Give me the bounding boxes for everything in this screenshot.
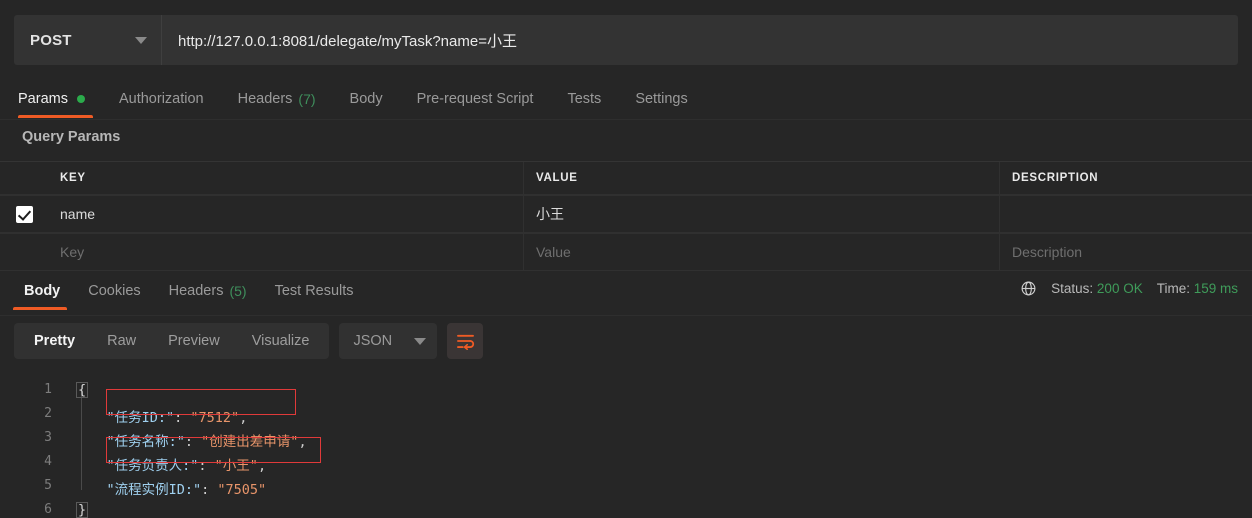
- response-tab-headers-count: (5): [229, 283, 247, 299]
- tab-tests[interactable]: Tests: [550, 80, 618, 118]
- placeholder-checkbox-cell: [0, 234, 48, 270]
- json-punctuation: ,: [298, 434, 307, 450]
- response-tab-test-results[interactable]: Test Results: [261, 272, 368, 310]
- table-row[interactable]: name 小王: [0, 195, 1252, 233]
- tab-pre-request-script[interactable]: Pre-request Script: [400, 80, 551, 118]
- view-mode-pretty[interactable]: Pretty: [18, 326, 91, 356]
- table-header-row: KEY VALUE DESCRIPTION: [0, 161, 1252, 195]
- request-url-input[interactable]: http://127.0.0.1:8081/delegate/myTask?na…: [162, 15, 1238, 65]
- row-checkbox-cell[interactable]: [0, 196, 48, 232]
- time-label: Time:: [1156, 281, 1190, 296]
- tab-params[interactable]: Params: [14, 80, 102, 118]
- json-punctuation: :: [184, 434, 202, 450]
- tab-settings-label: Settings: [635, 91, 688, 107]
- json-punctuation: :: [198, 458, 215, 474]
- time-value: 159 ms: [1193, 281, 1238, 296]
- tab-body-label: Body: [349, 91, 383, 107]
- tab-authorization[interactable]: Authorization: [102, 80, 221, 118]
- tab-pre-request-script-label: Pre-request Script: [416, 91, 534, 107]
- view-mode-raw[interactable]: Raw: [91, 326, 152, 356]
- placeholder-value-input[interactable]: Value: [536, 244, 571, 260]
- status-label: Status:: [1051, 281, 1094, 296]
- chevron-down-icon: [135, 36, 147, 44]
- tab-headers-label: Headers: [237, 91, 293, 107]
- wrap-text-button[interactable]: [447, 323, 484, 359]
- response-view-toolbar: Pretty Raw Preview Visualize JSON: [14, 323, 484, 359]
- response-tab-body[interactable]: Body: [10, 272, 74, 310]
- header-cell-checkbox: [0, 162, 48, 194]
- response-tab-headers-label: Headers: [168, 283, 224, 299]
- response-tab-body-label: Body: [24, 283, 61, 299]
- code-line: "任务名称:": "创建出差申请",: [74, 430, 307, 450]
- header-cell-key: KEY: [60, 172, 86, 184]
- time-block: Time: 159 ms: [1157, 281, 1238, 296]
- json-key: "任务负责人:": [74, 458, 199, 474]
- tab-headers[interactable]: Headers (7): [221, 80, 333, 118]
- view-mode-preview[interactable]: Preview: [152, 326, 236, 356]
- response-tab-test-results-label: Test Results: [274, 283, 354, 299]
- row-key-input[interactable]: name: [60, 206, 95, 222]
- line-number: 3: [44, 430, 52, 445]
- response-tab-cookies-label: Cookies: [88, 283, 141, 299]
- response-format-dropdown[interactable]: JSON: [339, 323, 438, 359]
- status-badge: 200 OK: [1096, 281, 1143, 296]
- json-punctuation: ,: [239, 410, 248, 426]
- response-tab-headers[interactable]: Headers (5): [155, 272, 261, 310]
- json-value: "7512": [190, 410, 240, 426]
- json-punctuation: :: [174, 410, 191, 426]
- json-value: "创建出差申请": [201, 434, 299, 450]
- header-cell-description: DESCRIPTION: [1012, 172, 1099, 184]
- globe-icon[interactable]: [1020, 280, 1037, 297]
- line-number: 2: [44, 406, 52, 421]
- tab-headers-count: (7): [298, 91, 316, 107]
- json-punctuation: :: [201, 482, 218, 498]
- json-key: "任务ID:": [74, 410, 175, 426]
- tab-params-label: Params: [18, 91, 68, 107]
- query-params-title: Query Params: [22, 129, 121, 145]
- chevron-down-icon: [414, 337, 427, 345]
- status-block: Status: 200 OK: [1051, 281, 1143, 296]
- json-brace: {: [76, 382, 89, 398]
- line-number: 4: [44, 454, 52, 469]
- http-method-label: POST: [30, 31, 72, 49]
- tab-tests-label: Tests: [567, 91, 602, 107]
- postman-window: POST http://127.0.0.1:8081/delegate/myTa…: [0, 0, 1252, 518]
- view-mode-segmented-control: Pretty Raw Preview Visualize: [14, 323, 330, 359]
- response-format-label: JSON: [353, 333, 393, 349]
- line-number: 1: [44, 382, 52, 397]
- json-punctuation: ,: [257, 458, 267, 474]
- placeholder-description-input[interactable]: Description: [1012, 244, 1082, 260]
- placeholder-key-input[interactable]: Key: [60, 244, 84, 260]
- line-number-gutter: 1 2 3 4 5 6: [0, 370, 64, 518]
- code-line: "流程实例ID:": "7505": [74, 478, 267, 498]
- json-value: "7505": [217, 482, 267, 498]
- row-enabled-checkbox[interactable]: [15, 205, 33, 223]
- line-number: 5: [44, 478, 52, 493]
- request-tab-bar: Params Authorization Headers (7) Body Pr…: [0, 80, 1252, 120]
- response-body-viewer[interactable]: 1 2 3 4 5 6 { "任务ID:": "7512", "任务名称:": "创建出差…: [0, 370, 1252, 518]
- params-active-dot-icon: [76, 95, 85, 103]
- json-key: "流程实例ID:": [74, 482, 202, 498]
- header-cell-value: VALUE: [536, 172, 578, 184]
- request-url-bar: POST http://127.0.0.1:8081/delegate/myTa…: [14, 15, 1238, 65]
- table-row-placeholder[interactable]: Key Value Description: [0, 233, 1252, 271]
- line-number: 6: [44, 502, 52, 517]
- json-value: "小王": [214, 458, 258, 474]
- row-value-input[interactable]: 小王: [536, 204, 564, 224]
- response-meta: Status: 200 OK Time: 159 ms: [1020, 280, 1238, 297]
- tab-authorization-label: Authorization: [118, 91, 204, 107]
- response-tab-cookies[interactable]: Cookies: [74, 272, 154, 310]
- json-key: "任务名称:": [74, 434, 185, 450]
- view-mode-visualize[interactable]: Visualize: [236, 326, 326, 356]
- query-params-table: KEY VALUE DESCRIPTION name 小王 Key Value …: [0, 161, 1252, 271]
- tab-body[interactable]: Body: [333, 80, 400, 118]
- http-method-dropdown[interactable]: POST: [14, 15, 162, 65]
- code-line: "任务负责人:": "小王",: [74, 454, 267, 474]
- tab-settings[interactable]: Settings: [618, 80, 704, 118]
- code-line: "任务ID:": "7512",: [74, 406, 248, 426]
- json-brace: }: [76, 502, 89, 518]
